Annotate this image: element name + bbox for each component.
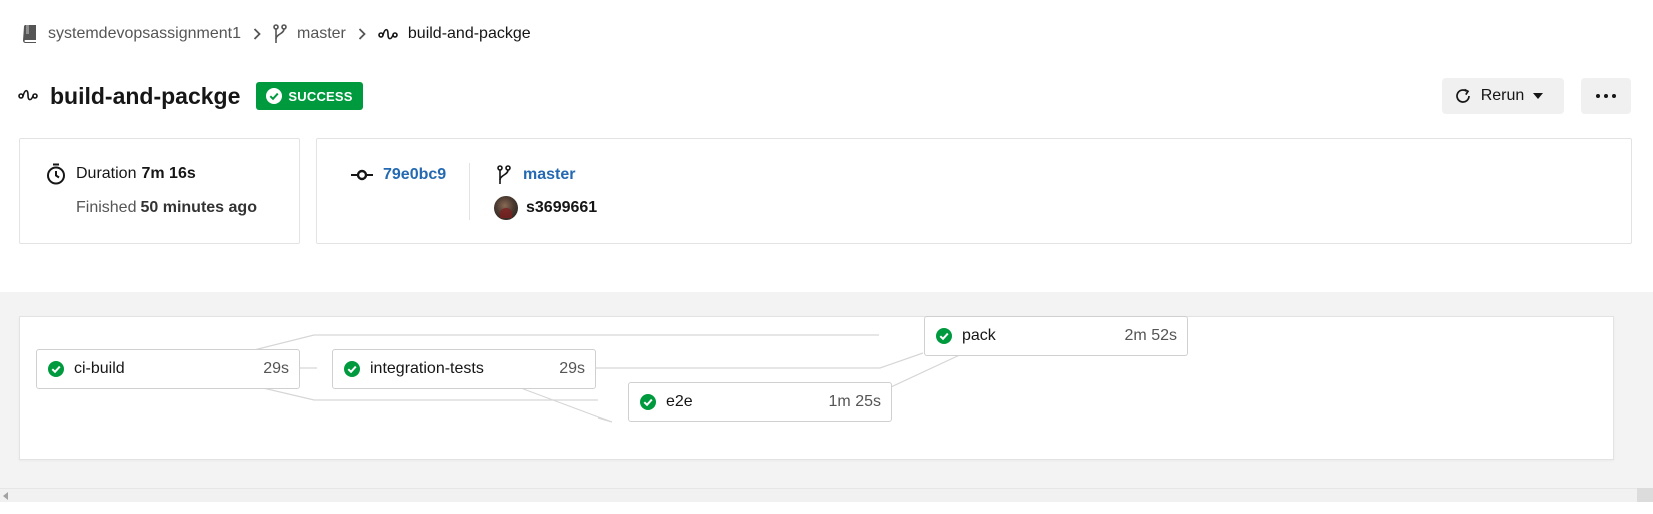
job-duration: 2m 52s [1124, 327, 1177, 344]
rerun-icon [1455, 88, 1470, 103]
duration-label: Duration [76, 165, 137, 182]
duration-row: Duration 7m 16s [45, 163, 196, 185]
edge-integration-pack [566, 352, 924, 369]
workflow-icon [378, 28, 398, 40]
repo-icon [23, 25, 36, 43]
finished-row: Finished 50 minutes ago [76, 199, 257, 217]
job-name: ci-build [74, 360, 125, 377]
commit-row: 79e0bc9 [351, 166, 446, 184]
header-actions: Rerun [1442, 78, 1631, 114]
check-circle-icon [640, 394, 656, 410]
stopwatch-icon [47, 163, 65, 185]
check-circle-icon [266, 88, 283, 104]
breadcrumb-branch[interactable]: master [273, 24, 346, 44]
chevron-right-icon [358, 28, 366, 40]
job-card-integration-tests[interactable]: integration-tests 29s [332, 349, 596, 389]
workflow-icon [18, 89, 38, 103]
workflow-header: build-and-packge SUCCESS [18, 80, 363, 112]
workflow-graph: ci-build 29s integration-tests 29s e2e 1… [19, 316, 1614, 460]
job-duration: 29s [559, 360, 585, 377]
check-circle-icon [48, 361, 64, 377]
branch-link[interactable]: master [523, 166, 575, 184]
user-row: s3699661 [494, 196, 597, 220]
rerun-button[interactable]: Rerun [1442, 78, 1564, 114]
commit-icon [351, 169, 373, 181]
job-duration: 1m 25s [828, 393, 881, 410]
check-circle-icon [344, 361, 360, 377]
more-options-button[interactable] [1581, 78, 1631, 114]
duration-value: 7m 16s [141, 165, 196, 182]
page-title: build-and-packge [50, 82, 241, 109]
job-name: e2e [666, 393, 693, 410]
duration-card: Duration 7m 16s Finished 50 minutes ago [19, 138, 300, 244]
job-name: integration-tests [370, 360, 484, 377]
finished-label: Finished [76, 199, 137, 216]
job-card-ci-build[interactable]: ci-build 29s [36, 349, 300, 389]
status-badge: SUCCESS [256, 82, 363, 110]
avatar [494, 196, 518, 220]
breadcrumb-branch-label: master [296, 25, 346, 42]
check-circle-icon [936, 328, 952, 344]
divider [469, 163, 470, 220]
edge-integration-e2e [509, 383, 613, 423]
job-card-pack[interactable]: pack 2m 52s [924, 316, 1188, 356]
scroll-left-icon[interactable] [3, 492, 8, 500]
status-badge-label: SUCCESS [288, 88, 353, 104]
ellipsis-icon [1596, 94, 1616, 98]
commit-card: 79e0bc9 master s3699661 [316, 138, 1632, 244]
horizontal-scrollbar[interactable] [0, 488, 1653, 502]
breadcrumb-workflow[interactable]: build-and-packge [378, 25, 531, 43]
rerun-button-label: Rerun [1480, 87, 1525, 104]
branch-row: master [497, 165, 575, 185]
job-duration: 29s [263, 360, 289, 377]
caret-down-icon [1533, 93, 1544, 99]
breadcrumb: systemdevopsassignment1 master build-and… [22, 22, 531, 46]
scrollbar-corner [1637, 488, 1653, 502]
branch-icon [497, 165, 511, 184]
breadcrumb-project-label: systemdevopsassignment1 [48, 25, 241, 42]
commit-hash-link[interactable]: 79e0bc9 [383, 166, 446, 184]
username: s3699661 [526, 199, 598, 216]
breadcrumb-workflow-label: build-and-packge [407, 25, 531, 42]
finished-value: 50 minutes ago [140, 199, 257, 216]
breadcrumb-project[interactable]: systemdevopsassignment1 [22, 25, 241, 43]
branch-icon [273, 24, 287, 43]
chevron-right-icon [253, 28, 261, 40]
job-card-e2e[interactable]: e2e 1m 25s [628, 382, 892, 422]
job-name: pack [962, 327, 996, 344]
